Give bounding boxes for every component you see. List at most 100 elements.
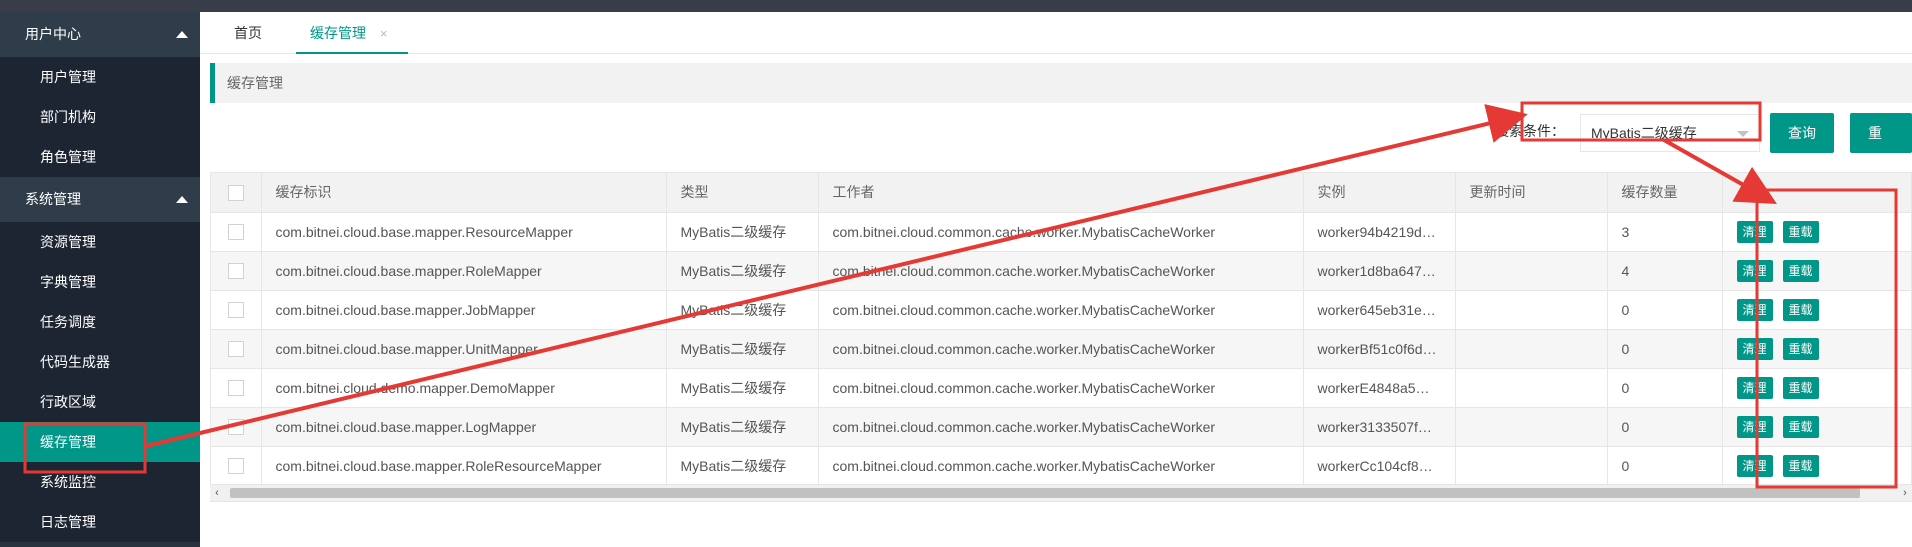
close-icon[interactable]: ×: [380, 26, 388, 41]
table-row[interactable]: com.bitnei.cloud.base.mapper.ResourceMap…: [211, 212, 1911, 252]
table-row[interactable]: com.bitnei.cloud.base.mapper.RoleResourc…: [211, 446, 1911, 486]
sidebar-item-label: 缓存管理: [40, 434, 96, 450]
column-header[interactable]: 类型: [666, 173, 819, 213]
sidebar-item-monitor[interactable]: 系统监控: [0, 462, 200, 502]
row-checkbox[interactable]: [227, 458, 244, 475]
table-cell: workerE4848a5…: [1303, 368, 1456, 408]
reload-button[interactable]: 重载: [1782, 415, 1819, 438]
clear-button[interactable]: 清理: [1736, 220, 1773, 243]
chevron-down-icon: [1737, 131, 1749, 137]
table-cell: [1455, 212, 1608, 252]
table-cell: [1455, 329, 1608, 369]
table-cell: com.bitnei.cloud.common.cache.worker.Myb…: [818, 212, 1304, 252]
tab-label: 首页: [234, 25, 262, 41]
sidebar-item-role[interactable]: 角色管理: [0, 137, 200, 177]
sidebar-item-cache[interactable]: 缓存管理: [0, 422, 200, 462]
reload-button[interactable]: 重载: [1782, 337, 1819, 360]
table-cell: workerBf51c0f6d…: [1303, 329, 1456, 369]
horizontal-scrollbar[interactable]: ‹ ›: [210, 484, 1912, 501]
sidebar-item-department[interactable]: 部门机构: [0, 97, 200, 137]
row-actions-cell: 清理 重载: [1721, 251, 1911, 291]
row-actions-cell: 清理 重载: [1721, 446, 1911, 486]
row-actions-cell: 清理 重载: [1721, 290, 1911, 330]
select-all-checkbox[interactable]: [227, 184, 244, 201]
sidebar-item-label: 角色管理: [40, 149, 96, 165]
scroll-right-icon[interactable]: ›: [1898, 485, 1912, 502]
clear-button[interactable]: 清理: [1736, 376, 1773, 399]
reload-button[interactable]: 重载: [1782, 376, 1819, 399]
table-cell: com.bitnei.cloud.base.mapper.ResourceMap…: [261, 212, 667, 252]
search-condition-label: 搜索条件：: [1495, 123, 1565, 139]
reload-button[interactable]: 重载: [1782, 259, 1819, 282]
table-row[interactable]: com.bitnei.cloud.base.mapper.RoleMapper M…: [211, 251, 1911, 291]
sidebar-item-label: 部门机构: [40, 109, 96, 125]
column-header[interactable]: 实例: [1303, 173, 1456, 213]
row-checkbox[interactable]: [227, 263, 244, 280]
column-header[interactable]: 更新时间: [1455, 173, 1608, 213]
table-cell: worker3133507f…: [1303, 407, 1456, 447]
cache-type-select[interactable]: MyBatis二级缓存: [1580, 114, 1760, 152]
table-cell: MyBatis二级缓存: [666, 407, 819, 447]
sidebar-item-region[interactable]: 行政区域: [0, 382, 200, 422]
table-cell: com.bitnei.cloud.base.mapper.RoleResourc…: [261, 446, 667, 486]
table-row[interactable]: com.bitnei.cloud.base.mapper.LogMapper My…: [211, 407, 1911, 447]
tab-cache-manage[interactable]: 缓存管理 ×: [296, 12, 408, 54]
table-cell: 0: [1607, 329, 1723, 369]
column-header[interactable]: 工作者: [818, 173, 1304, 213]
sidebar-item-log[interactable]: 日志管理: [0, 502, 200, 542]
sidebar-item-user-manage[interactable]: 用户管理: [0, 57, 200, 97]
table-cell: [1455, 407, 1608, 447]
table-cell: com.bitnei.cloud.demo.mapper.DemoMapper: [261, 368, 667, 408]
table-cell: 0: [1607, 407, 1723, 447]
reload-button[interactable]: 重载: [1782, 298, 1819, 321]
table-cell: 3: [1607, 212, 1723, 252]
row-checkbox[interactable]: [227, 224, 244, 241]
reload-button[interactable]: 重载: [1782, 454, 1819, 477]
sidebar-nav: 用户中心 用户管理 部门机构 角色管理 系统管理 资源管理 字典管理 任务调度 …: [0, 12, 200, 547]
column-header[interactable]: 缓存标识: [261, 173, 667, 213]
breadcrumb: 缓存管理: [210, 63, 1912, 103]
table-row[interactable]: com.bitnei.cloud.demo.mapper.DemoMapper M…: [211, 368, 1911, 408]
reload-button[interactable]: 重载: [1782, 220, 1819, 243]
column-header[interactable]: 缓存数量: [1607, 173, 1723, 213]
clear-button[interactable]: 清理: [1736, 298, 1773, 321]
row-checkbox[interactable]: [227, 341, 244, 358]
row-select-cell: [211, 407, 262, 447]
table-row[interactable]: com.bitnei.cloud.base.mapper.UnitMapper M…: [211, 329, 1911, 369]
table-cell: com.bitnei.cloud.common.cache.worker.Myb…: [818, 446, 1304, 486]
query-button[interactable]: 查询: [1770, 113, 1834, 153]
table-cell: 0: [1607, 368, 1723, 408]
clear-button[interactable]: 清理: [1736, 415, 1773, 438]
row-checkbox[interactable]: [227, 302, 244, 319]
clear-button[interactable]: 清理: [1736, 337, 1773, 360]
row-checkbox[interactable]: [227, 380, 244, 397]
table-cell: [1455, 446, 1608, 486]
row-select-cell: [211, 446, 262, 486]
row-checkbox[interactable]: [227, 419, 244, 436]
scrollbar-thumb[interactable]: [230, 488, 1860, 498]
table-cell: [1455, 290, 1608, 330]
table-cell: MyBatis二级缓存: [666, 290, 819, 330]
sidebar-group-system[interactable]: 系统管理: [0, 177, 200, 222]
tab-bar: 首页 缓存管理 ×: [200, 12, 1912, 54]
scroll-left-icon[interactable]: ‹: [210, 485, 224, 502]
top-header-bar: [0, 0, 1912, 12]
clear-button[interactable]: 清理: [1736, 454, 1773, 477]
select-all-cell: [211, 173, 262, 213]
row-actions-cell: 清理 重载: [1721, 368, 1911, 408]
table-cell: workerCc104cf8…: [1303, 446, 1456, 486]
sidebar-item-label: 字典管理: [40, 274, 96, 290]
reset-button[interactable]: 重置: [1850, 113, 1912, 181]
row-select-cell: [211, 212, 262, 252]
sidebar-item-scheduler[interactable]: 任务调度: [0, 302, 200, 342]
sidebar-item-dictionary[interactable]: 字典管理: [0, 262, 200, 302]
row-select-cell: [211, 251, 262, 291]
tab-home[interactable]: 首页: [234, 12, 262, 54]
clear-button[interactable]: 清理: [1736, 259, 1773, 282]
sidebar-item-resource[interactable]: 资源管理: [0, 222, 200, 262]
row-select-cell: [211, 329, 262, 369]
row-actions-cell: 清理 重载: [1721, 329, 1911, 369]
sidebar-group-user-center[interactable]: 用户中心: [0, 12, 200, 57]
table-row[interactable]: com.bitnei.cloud.base.mapper.JobMapper My…: [211, 290, 1911, 330]
sidebar-item-codegen[interactable]: 代码生成器: [0, 342, 200, 382]
